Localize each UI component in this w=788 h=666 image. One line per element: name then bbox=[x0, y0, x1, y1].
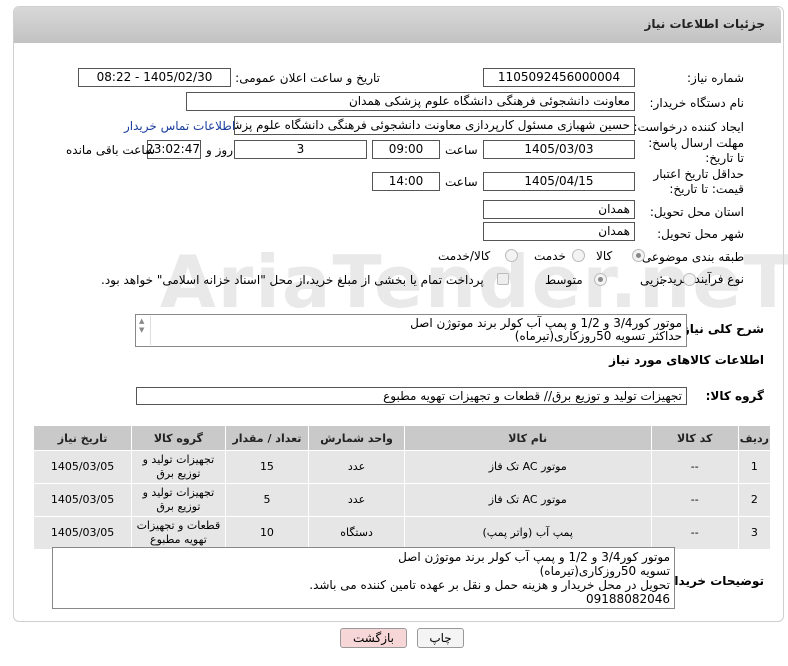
category-option-goods: کالا bbox=[596, 249, 613, 263]
col-qty: تعداد / مقدار bbox=[224, 425, 310, 451]
cell-name: موتور AC تک فاز bbox=[403, 450, 652, 484]
remaining-label: ساعت باقی مانده bbox=[66, 143, 156, 157]
cell-row: 2 bbox=[737, 483, 772, 517]
goods-table: ردیف کد کالا نام کالا واحد شمارش تعداد /… bbox=[32, 425, 772, 550]
goods-section-title: اطلاعات کالاهای مورد نیاز bbox=[609, 353, 764, 367]
announce-field: 1405/02/30 - 08:22 bbox=[78, 68, 231, 87]
validity-time-label: ساعت bbox=[445, 175, 478, 189]
cell-qty: 15 bbox=[224, 450, 310, 484]
days-label: روز و bbox=[206, 143, 233, 157]
days-field: 3 bbox=[234, 140, 367, 159]
col-date: تاریخ نیاز bbox=[32, 425, 133, 451]
panel-header: جزئیات اطلاعات نیاز bbox=[14, 7, 781, 43]
cell-date: 1405/03/05 bbox=[32, 483, 133, 517]
col-row: ردیف bbox=[737, 425, 772, 451]
col-group: گروه کالا bbox=[131, 425, 226, 451]
payment-note: پرداخت تمام یا بخشی از مبلغ خرید،از محل … bbox=[101, 273, 484, 287]
process-label: نوع فرآیند خرید : bbox=[659, 272, 744, 286]
cell-date: 1405/03/05 bbox=[32, 516, 133, 550]
city-field: همدان bbox=[483, 222, 635, 241]
cell-name: موتور AC تک فاز bbox=[403, 483, 652, 517]
category-radio-goods[interactable] bbox=[632, 249, 645, 262]
cell-group: تجهیزات تولید و توزیع برق bbox=[131, 483, 226, 517]
category-option-service: خدمت bbox=[534, 249, 566, 263]
province-field: همدان bbox=[483, 200, 635, 219]
print-button[interactable]: چاپ bbox=[417, 628, 464, 648]
description-textarea[interactable]: ▲ ▼ موتور کور3/4 و 1/2 و پمپ آب کولر برن… bbox=[135, 314, 687, 347]
back-button[interactable]: بازگشت bbox=[340, 628, 407, 648]
buyer-notes-box: موتور کور3/4 و 1/2 و پمپ آب کولر برند مو… bbox=[52, 547, 675, 609]
cell-unit: دستگاه bbox=[308, 516, 405, 550]
province-label: استان محل تحویل: bbox=[649, 205, 744, 219]
requester-field: حسین شهبازی مسئول کارپردازی معاونت دانشج… bbox=[234, 116, 635, 135]
cell-qty: 10 bbox=[224, 516, 310, 550]
process-radio-minor[interactable] bbox=[683, 273, 696, 286]
table-header-row: ردیف کد کالا نام کالا واحد شمارش تعداد /… bbox=[32, 425, 772, 451]
cell-row: 1 bbox=[737, 450, 772, 484]
description-label: شرح کلی نیاز: bbox=[678, 322, 764, 336]
process-option-minor: جزیی bbox=[640, 273, 668, 287]
description-text: موتور کور3/4 و 1/2 و پمپ آب کولر برند مو… bbox=[410, 316, 682, 343]
table-row: 2 -- موتور AC تک فاز عدد 5 تجهیزات تولید… bbox=[32, 483, 772, 517]
deadline-label: مهلت ارسال پاسخ: تا تاریخ: bbox=[648, 136, 744, 165]
need-number-label: شماره نیاز: bbox=[687, 71, 744, 85]
category-radio-service[interactable] bbox=[572, 249, 585, 262]
cell-unit: عدد bbox=[308, 483, 405, 517]
validity-date-field: 1405/04/15 bbox=[483, 172, 635, 191]
validity-label: حداقل تاریخ اعتبار قیمت: تا تاریخ: bbox=[653, 167, 744, 196]
category-radio-goods-service[interactable] bbox=[505, 249, 518, 262]
scroll-up-icon[interactable]: ▲ bbox=[139, 318, 144, 325]
cell-date: 1405/03/05 bbox=[32, 450, 133, 484]
announce-label: تاریخ و ساعت اعلان عمومی: bbox=[235, 71, 380, 85]
cell-name: پمپ آب (واتر پمپ) bbox=[403, 516, 652, 550]
buyer-org-label: نام دستگاه خریدار: bbox=[649, 96, 745, 110]
buyer-org-field: معاونت دانشجوئی فرهنگی دانشگاه علوم پزشک… bbox=[186, 92, 635, 111]
buyer-notes-text: موتور کور3/4 و 1/2 و پمپ آب کولر برند مو… bbox=[309, 550, 670, 606]
category-label: طبقه بندی موضوعی: bbox=[637, 250, 744, 264]
category-option-goods-service: کالا/خدمت bbox=[438, 249, 491, 263]
panel-title: جزئیات اطلاعات نیاز bbox=[644, 17, 765, 31]
table-row: 3 -- پمپ آب (واتر پمپ) دستگاه 10 قطعات و… bbox=[32, 516, 772, 550]
col-code: کد کالا bbox=[650, 425, 739, 451]
cell-qty: 5 bbox=[224, 483, 310, 517]
cell-code: -- bbox=[650, 450, 739, 484]
process-radio-medium[interactable] bbox=[594, 273, 607, 286]
process-option-medium: متوسط bbox=[545, 273, 583, 287]
cell-unit: عدد bbox=[308, 450, 405, 484]
scroll-down-icon[interactable]: ▼ bbox=[139, 327, 144, 334]
validity-time-field: 14:00 bbox=[372, 172, 440, 191]
goods-group-label: گروه کالا: bbox=[705, 389, 764, 403]
cell-code: -- bbox=[650, 483, 739, 517]
need-number-field: 1105092456000004 bbox=[483, 68, 635, 87]
table-row: 1 -- موتور AC تک فاز عدد 15 تجهیزات تولی… bbox=[32, 450, 772, 484]
city-label: شهر محل تحویل: bbox=[657, 227, 744, 241]
buyer-notes-label: توضیحات خریدار: bbox=[662, 574, 764, 588]
contact-info-link[interactable]: اطلاعات تماس خریدار bbox=[124, 119, 235, 133]
goods-group-field: تجهیزات تولید و توزیع برق// قطعات و تجهی… bbox=[136, 387, 687, 405]
cell-row: 3 bbox=[737, 516, 772, 550]
deadline-time-label: ساعت bbox=[445, 143, 478, 157]
cell-code: -- bbox=[650, 516, 739, 550]
requester-label: ایجاد کننده درخواست: bbox=[633, 120, 744, 134]
deadline-date-field: 1405/03/03 bbox=[483, 140, 635, 159]
textarea-scrollbar[interactable]: ▲ ▼ bbox=[136, 316, 151, 345]
col-unit: واحد شمارش bbox=[308, 425, 405, 451]
remaining-time-field: 23:02:47 bbox=[147, 140, 201, 159]
col-name: نام کالا bbox=[403, 425, 652, 451]
deadline-time-field: 09:00 bbox=[372, 140, 440, 159]
cell-group: تجهیزات تولید و توزیع برق bbox=[131, 450, 226, 484]
payment-checkbox[interactable] bbox=[497, 273, 509, 285]
cell-group: قطعات و تجهیزات تهویه مطبوع bbox=[131, 516, 226, 550]
